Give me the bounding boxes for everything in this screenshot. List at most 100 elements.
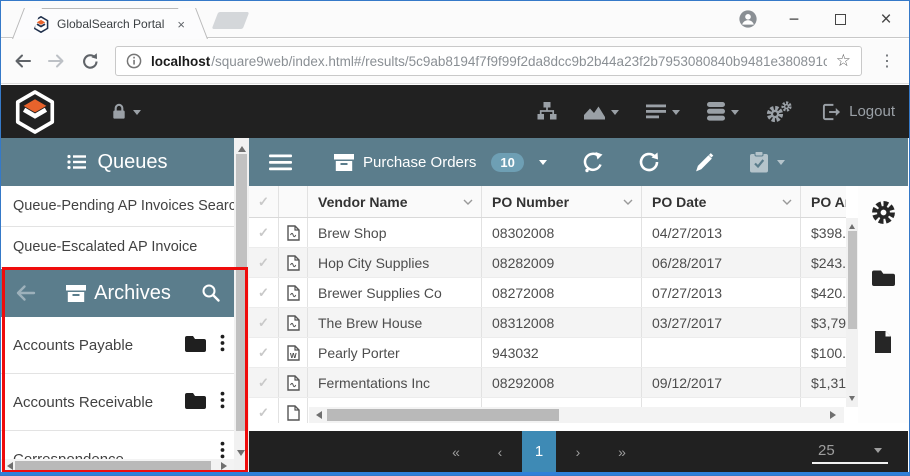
pdf-file-icon[interactable] bbox=[279, 368, 308, 397]
word-file-icon[interactable]: W bbox=[279, 338, 308, 367]
cell-po-number: 08272008 bbox=[482, 278, 642, 307]
current-page-button[interactable]: 1 bbox=[522, 431, 556, 472]
hamburger-menu-icon[interactable] bbox=[269, 154, 292, 171]
document-tools-panel bbox=[858, 186, 908, 423]
row-select-check[interactable]: ✓ bbox=[249, 368, 279, 397]
browser-tab[interactable]: GlobalSearch Portal × bbox=[27, 8, 193, 39]
scroll-down-icon[interactable] bbox=[237, 450, 245, 460]
browser-menu-icon[interactable]: ⋮ bbox=[877, 51, 897, 71]
sidebar-vertical-scrollbar[interactable] bbox=[234, 138, 249, 472]
profile-icon[interactable] bbox=[725, 6, 771, 34]
cell-po-number: 08302008 bbox=[482, 218, 642, 247]
settings-gears-icon[interactable] bbox=[766, 101, 792, 123]
back-icon[interactable] bbox=[13, 52, 32, 70]
app-toolbar: Logout bbox=[1, 85, 909, 138]
archive-box-icon bbox=[66, 285, 86, 302]
url-path: /square9web/index.html#/results/5c9ab819… bbox=[211, 54, 826, 69]
table-row[interactable]: ✓ The Brew House 08312008 03/27/2017 $3,… bbox=[249, 308, 846, 338]
row-select-check[interactable]: ✓ bbox=[249, 218, 279, 247]
archive-item-accounts-payable[interactable]: Accounts Payable bbox=[1, 317, 234, 374]
scroll-right-icon[interactable] bbox=[830, 411, 840, 419]
table-row[interactable]: ✓ Fermentations Inc 08292008 09/12/2017 … bbox=[249, 368, 846, 398]
pdf-file-icon[interactable] bbox=[279, 308, 308, 337]
archive-item-accounts-receivable[interactable]: Accounts Receivable bbox=[1, 374, 234, 431]
cell-po-number: 08292008 bbox=[482, 368, 642, 397]
window-maximize-button[interactable] bbox=[817, 10, 863, 30]
window-close-button[interactable]: × bbox=[863, 9, 909, 31]
file-icon[interactable] bbox=[279, 398, 308, 423]
scrollbar-thumb[interactable] bbox=[327, 409, 559, 421]
table-row[interactable]: ✓ W Pearly Porter 943032 $100. bbox=[249, 338, 846, 368]
scroll-up-icon[interactable] bbox=[849, 221, 855, 229]
row-select-check[interactable]: ✓ bbox=[249, 398, 279, 423]
table-row[interactable]: ✓ Brewer Supplies Co 08272008 07/27/2013… bbox=[249, 278, 846, 308]
column-header-vendor-name[interactable]: Vendor Name bbox=[308, 186, 482, 217]
svg-text:W: W bbox=[289, 353, 296, 360]
item-menu-kebab-icon[interactable] bbox=[220, 334, 225, 356]
browser-toolbar: localhost /square9web/index.html#/result… bbox=[1, 39, 909, 84]
table-vertical-scrollbar[interactable] bbox=[846, 218, 858, 407]
lists-menu[interactable] bbox=[646, 104, 680, 119]
validate-clipboard-menu[interactable] bbox=[749, 151, 785, 173]
table-row[interactable]: ✓ Hop City Supplies 08282009 06/28/2017 … bbox=[249, 248, 846, 278]
folder-icon[interactable] bbox=[184, 334, 206, 356]
scroll-right-icon[interactable] bbox=[221, 462, 231, 470]
page-info-icon[interactable] bbox=[126, 53, 142, 69]
tab-close-icon[interactable]: × bbox=[173, 17, 189, 32]
scrollbar-thumb[interactable] bbox=[236, 154, 247, 431]
row-select-check[interactable]: ✓ bbox=[249, 308, 279, 337]
last-page-button[interactable]: » bbox=[600, 444, 644, 460]
next-page-button[interactable]: › bbox=[556, 444, 600, 460]
address-bar[interactable]: localhost /square9web/index.html#/result… bbox=[115, 46, 862, 76]
archive-name: Purchase Orders bbox=[363, 154, 476, 171]
scroll-left-icon[interactable] bbox=[3, 462, 13, 470]
pdf-file-icon[interactable] bbox=[279, 278, 308, 307]
folder-icon[interactable] bbox=[184, 391, 206, 413]
row-select-check[interactable]: ✓ bbox=[249, 338, 279, 367]
scrollbar-thumb[interactable] bbox=[848, 231, 857, 329]
select-all-check[interactable]: ✓ bbox=[249, 186, 279, 217]
databases-menu[interactable] bbox=[707, 102, 739, 121]
refresh-icon[interactable] bbox=[638, 151, 660, 173]
row-select-check[interactable]: ✓ bbox=[249, 278, 279, 307]
scroll-up-icon[interactable] bbox=[238, 142, 246, 152]
scroll-left-icon[interactable] bbox=[312, 411, 322, 419]
pdf-file-icon[interactable] bbox=[279, 248, 308, 277]
archives-search-icon[interactable] bbox=[201, 283, 221, 303]
scrollbar-thumb[interactable] bbox=[15, 461, 211, 470]
page-size-select[interactable]: 25 bbox=[812, 438, 888, 464]
bookmark-star-icon[interactable]: ☆ bbox=[836, 51, 851, 71]
first-page-button[interactable]: « bbox=[434, 444, 478, 460]
square9-logo-icon[interactable] bbox=[15, 90, 55, 134]
workflow-icon[interactable] bbox=[537, 102, 557, 121]
scroll-down-icon[interactable] bbox=[849, 396, 855, 404]
process-redo-icon[interactable] bbox=[581, 151, 604, 174]
window-minimize-button[interactable]: − bbox=[771, 9, 817, 30]
move-to-folder-icon[interactable] bbox=[871, 268, 896, 293]
document-file-icon[interactable] bbox=[873, 330, 893, 359]
table-horizontal-scrollbar[interactable] bbox=[309, 407, 844, 423]
archives-back-icon[interactable] bbox=[14, 284, 36, 302]
table-row[interactable]: ✓ Brew Shop 08302008 04/27/2013 $398. bbox=[249, 218, 846, 248]
cell-po-date: 06/28/2017 bbox=[642, 248, 801, 277]
row-select-check[interactable]: ✓ bbox=[249, 248, 279, 277]
archives-horizontal-scrollbar[interactable] bbox=[1, 459, 234, 472]
sidebar-item-queue-escalated[interactable]: Queue-Escalated AP Invoice bbox=[1, 227, 234, 268]
view-settings-gear-icon[interactable] bbox=[870, 199, 897, 231]
results-toolbar: Purchase Orders 10 bbox=[249, 138, 908, 186]
lock-menu[interactable] bbox=[111, 102, 141, 121]
edit-pencil-icon[interactable] bbox=[694, 152, 715, 173]
column-header-po-date[interactable]: PO Date bbox=[642, 186, 801, 217]
sidebar-item-queue-pending[interactable]: Queue-Pending AP Invoices Search bbox=[1, 186, 234, 227]
prev-page-button[interactable]: ‹ bbox=[478, 444, 522, 460]
dashboards-menu[interactable] bbox=[584, 104, 619, 120]
new-tab-button[interactable] bbox=[212, 12, 250, 29]
column-header-po-number[interactable]: PO Number bbox=[482, 186, 642, 217]
pdf-file-icon[interactable] bbox=[279, 218, 308, 247]
logout-button[interactable]: Logout bbox=[822, 103, 895, 121]
forward-icon[interactable] bbox=[47, 52, 66, 70]
archive-selector[interactable]: Purchase Orders 10 bbox=[334, 153, 547, 172]
column-header-po-amount[interactable]: PO Amount bbox=[801, 186, 846, 217]
item-menu-kebab-icon[interactable] bbox=[220, 391, 225, 413]
reload-icon[interactable] bbox=[81, 52, 100, 71]
